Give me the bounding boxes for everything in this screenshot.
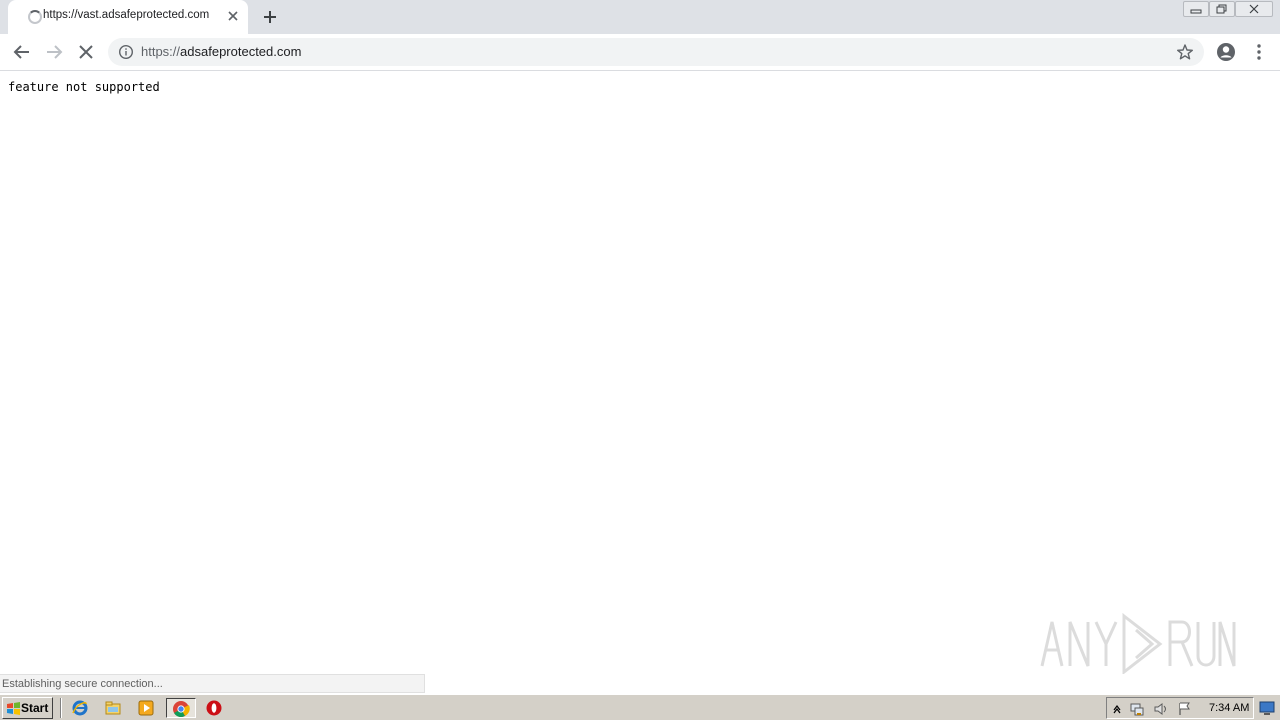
minimize-icon — [1190, 9, 1202, 14]
system-tray: 7:34 AM — [1106, 697, 1254, 719]
arrow-left-icon — [13, 45, 29, 59]
chrome-icon[interactable] — [166, 698, 196, 718]
url-text[interactable]: https://adsafeprotected.com — [141, 44, 301, 59]
tab-title: https://vast.adsafeprotected.com — [43, 9, 210, 21]
minimize-button[interactable] — [1183, 1, 1209, 17]
close-window-button[interactable] — [1235, 1, 1273, 17]
opera-icon[interactable] — [203, 698, 225, 718]
anyrun-watermark-logo — [1040, 612, 1236, 674]
close-icon — [1249, 4, 1259, 14]
address-bar[interactable]: https://adsafeprotected.com — [108, 38, 1204, 66]
profile-button[interactable] — [1214, 40, 1238, 64]
url-scheme: https:// — [141, 44, 181, 59]
network-icon[interactable] — [1129, 701, 1145, 717]
stop-loading-button[interactable] — [74, 40, 98, 64]
restore-button[interactable] — [1209, 1, 1235, 17]
taskbar: Start 7:34 AM — [0, 694, 1280, 720]
plus-icon — [264, 11, 276, 23]
tray-expand-icon[interactable] — [1109, 701, 1125, 717]
back-button[interactable] — [10, 40, 34, 64]
tab-active[interactable]: https://vast.adsafeprotected.com — [8, 0, 248, 34]
media-player-icon[interactable] — [135, 698, 157, 718]
status-text: Establishing secure connection... — [2, 678, 163, 690]
windows-logo-icon — [7, 702, 20, 715]
start-label: Start — [21, 701, 49, 715]
file-explorer-icon[interactable] — [102, 698, 124, 718]
bookmark-star-icon[interactable] — [1176, 43, 1194, 61]
loading-spinner-icon — [28, 10, 42, 24]
volume-icon[interactable] — [1153, 701, 1169, 717]
kebab-menu-icon — [1257, 44, 1261, 60]
page-viewport: feature not supported Establishing secur… — [0, 72, 1280, 693]
arrow-right-icon — [47, 45, 63, 59]
page-message: feature not supported — [8, 80, 160, 94]
internet-explorer-icon[interactable] — [69, 698, 91, 718]
new-tab-button[interactable] — [258, 5, 282, 29]
tab-close-icon[interactable] — [225, 8, 241, 24]
browser-toolbar: https://adsafeprotected.com — [0, 34, 1280, 71]
start-button[interactable]: Start — [2, 697, 53, 719]
tab-strip: https://vast.adsafeprotected.com — [0, 0, 1280, 34]
menu-button[interactable] — [1247, 40, 1271, 64]
info-icon[interactable] — [118, 44, 134, 60]
account-icon — [1217, 43, 1235, 61]
restore-icon — [1216, 4, 1227, 14]
show-desktop-icon[interactable] — [1258, 699, 1276, 717]
clock[interactable]: 7:34 AM — [1209, 702, 1249, 714]
url-host: adsafeprotected.com — [180, 44, 302, 59]
status-bubble: Establishing secure connection... — [0, 674, 425, 693]
forward-button[interactable] — [42, 40, 66, 64]
action-center-flag-icon[interactable] — [1177, 701, 1193, 717]
taskbar-separator — [60, 698, 62, 718]
stop-icon — [79, 45, 93, 59]
